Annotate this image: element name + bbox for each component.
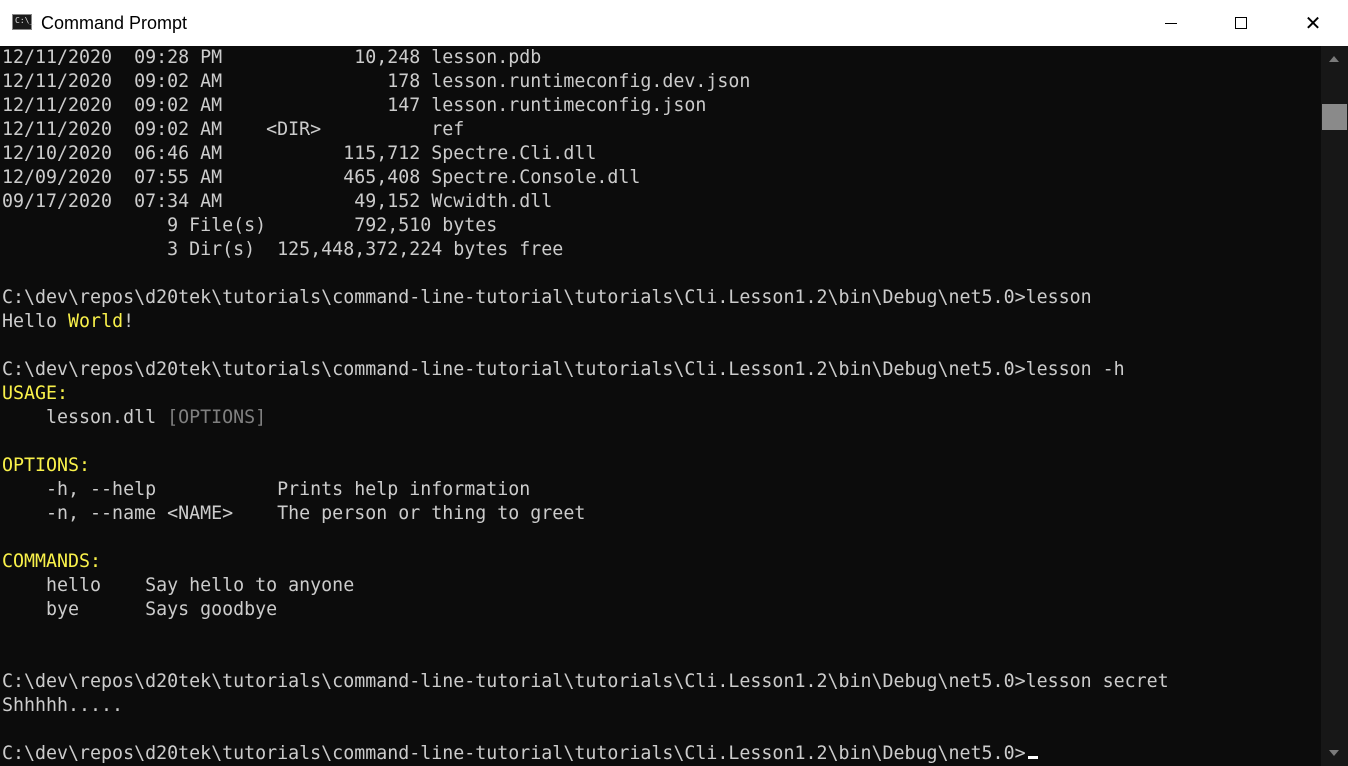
command-line: bye Says goodbye	[2, 599, 278, 620]
option-line: -h, --help Prints help information	[2, 479, 531, 500]
dir-summary-files: 9 File(s) 792,510 bytes	[2, 215, 498, 236]
secret-output: Shhhhh.....	[2, 695, 124, 716]
text-cursor	[1027, 756, 1038, 759]
command-text: lesson secret	[1025, 671, 1169, 692]
scroll-down-arrow-icon[interactable]	[1329, 750, 1339, 756]
prompt-path: C:\dev\repos\d20tek\tutorials\command-li…	[2, 359, 1026, 380]
title-bar[interactable]: C:\_ Command Prompt ✕	[0, 0, 1348, 46]
prompt-line: C:\dev\repos\d20tek\tutorials\command-li…	[2, 670, 1320, 694]
command-text: lesson	[1025, 287, 1092, 308]
hello-suffix: !	[123, 311, 135, 332]
commands-header: COMMANDS:	[2, 551, 102, 572]
option-line: -n, --name <NAME> The person or thing to…	[2, 503, 586, 524]
active-prompt-line[interactable]: C:\dev\repos\d20tek\tutorials\command-li…	[2, 742, 1320, 766]
scrollbar-thumb[interactable]	[1322, 104, 1347, 130]
scroll-up-arrow-icon[interactable]	[1329, 56, 1339, 62]
minimize-button[interactable]	[1136, 0, 1206, 46]
usage-options: [OPTIONS]	[167, 407, 267, 428]
prompt-path: C:\dev\repos\d20tek\tutorials\command-li…	[2, 671, 1026, 692]
hello-output: Hello World!	[2, 310, 1320, 334]
vertical-scrollbar[interactable]	[1321, 46, 1348, 766]
maximize-icon	[1235, 17, 1247, 29]
dir-listing-line: 12/11/2020 09:02 AM 178 lesson.runtimeco…	[2, 71, 751, 92]
prompt-line: C:\dev\repos\d20tek\tutorials\command-li…	[2, 286, 1320, 310]
prompt-path: C:\dev\repos\d20tek\tutorials\command-li…	[2, 287, 1026, 308]
dir-listing-line: 12/11/2020 09:02 AM 147 lesson.runtimeco…	[2, 95, 707, 116]
window-title: Command Prompt	[41, 13, 188, 33]
command-prompt-window: C:\_ Command Prompt ✕ 12/11/2020 09:28 P…	[0, 0, 1348, 766]
usage-dll: lesson.dll	[2, 407, 168, 428]
cmd-app-icon[interactable]: C:\_	[12, 14, 35, 30]
dir-listing-line: 12/11/2020 09:28 PM 10,248 lesson.pdb	[2, 47, 542, 68]
dir-listing-line: 09/17/2020 07:34 AM 49,152 Wcwidth.dll	[2, 191, 553, 212]
dir-listing-line: 12/11/2020 09:02 AM <DIR> ref	[2, 119, 465, 140]
usage-line: lesson.dll [OPTIONS]	[2, 406, 1320, 430]
hello-world-highlight: World	[68, 311, 124, 332]
maximize-button[interactable]	[1206, 0, 1276, 46]
dir-listing-line: 12/09/2020 07:55 AM 465,408 Spectre.Cons…	[2, 167, 641, 188]
console-output[interactable]: 12/11/2020 09:28 PM 10,248 lesson.pdb 12…	[2, 46, 1320, 766]
usage-header: USAGE:	[2, 383, 69, 404]
close-icon: ✕	[1304, 11, 1322, 35]
options-header: OPTIONS:	[2, 455, 91, 476]
minimize-icon	[1165, 22, 1177, 24]
close-button[interactable]: ✕	[1278, 0, 1348, 46]
cmd-app-icon-text: C:\_	[15, 16, 35, 25]
dir-summary-dirs: 3 Dir(s) 125,448,372,224 bytes free	[2, 239, 564, 260]
prompt-path: C:\dev\repos\d20tek\tutorials\command-li…	[2, 743, 1026, 764]
dir-listing-line: 12/10/2020 06:46 AM 115,712 Spectre.Cli.…	[2, 143, 597, 164]
command-line: hello Say hello to anyone	[2, 575, 355, 596]
hello-prefix: Hello	[2, 311, 69, 332]
prompt-line: C:\dev\repos\d20tek\tutorials\command-li…	[2, 358, 1320, 382]
command-text: lesson -h	[1025, 359, 1125, 380]
